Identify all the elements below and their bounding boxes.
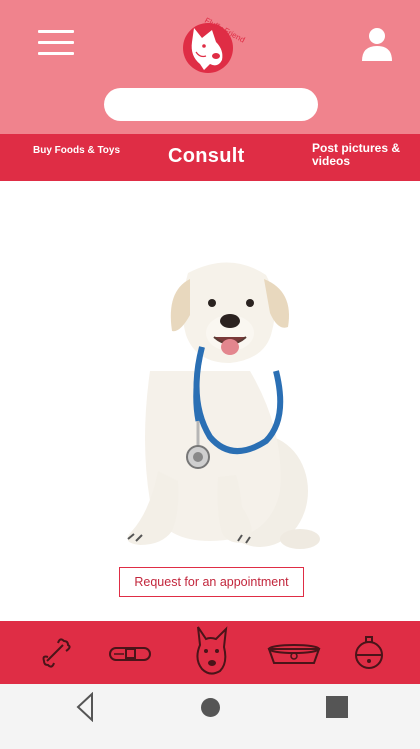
tab-buy-foods-toys[interactable]: Buy Foods & Toys — [33, 145, 120, 156]
dog-face-icon[interactable] — [190, 625, 232, 679]
tab-consult[interactable]: Consult — [168, 145, 245, 168]
request-appointment-button[interactable]: Request for an appointment — [119, 567, 304, 597]
bone-icon[interactable] — [38, 635, 74, 671]
android-nav-bar — [0, 684, 420, 749]
app-header: Fluffy Friend — [0, 0, 420, 134]
search-input[interactable] — [104, 88, 318, 121]
bottom-category-bar — [0, 621, 420, 684]
category-tabs: Buy Foods & Toys Consult Post pictures &… — [0, 134, 420, 181]
recent-apps-icon[interactable] — [326, 696, 348, 718]
hamburger-menu-icon[interactable] — [38, 30, 74, 56]
back-icon[interactable] — [75, 692, 95, 722]
consult-content: Request for an appointment — [0, 181, 420, 621]
food-bowl-icon[interactable] — [266, 641, 322, 667]
app-logo[interactable]: Fluffy Friend — [178, 12, 250, 76]
tab-post-pictures-videos[interactable]: Post pictures & videos — [312, 142, 412, 168]
bell-icon[interactable] — [352, 635, 386, 671]
puppy-with-stethoscope-image — [127, 262, 320, 549]
user-profile-icon[interactable] — [360, 26, 394, 62]
collar-icon[interactable] — [108, 641, 152, 667]
home-icon[interactable] — [201, 698, 220, 717]
